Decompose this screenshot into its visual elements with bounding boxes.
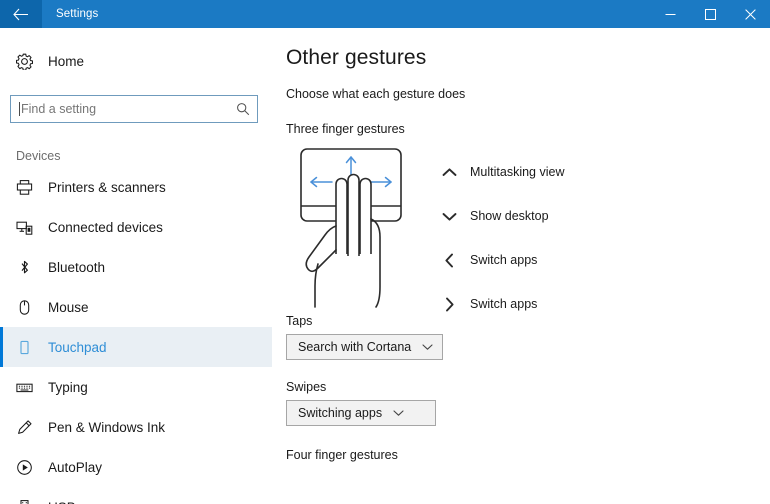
sidebar-item-bluetooth[interactable]: Bluetooth — [0, 247, 272, 287]
keyboard-icon — [16, 379, 42, 396]
gesture-item-label: Show desktop — [470, 209, 549, 223]
search-box[interactable] — [10, 95, 258, 123]
main-content: Other gestures Choose what each gesture … — [272, 28, 770, 504]
search-icon[interactable] — [236, 102, 250, 116]
sidebar-item-connected-devices[interactable]: Connected devices — [0, 207, 272, 247]
taps-dropdown[interactable]: Search with Cortana — [286, 334, 444, 360]
settings-window: Settings Home Find a setting Devices Pri… — [0, 0, 770, 504]
maximize-icon — [704, 8, 716, 20]
chevron-right-icon — [434, 297, 464, 312]
sidebar-item-autoplay[interactable]: AutoPlay — [0, 447, 272, 487]
sidebar-item-label: Pen & Windows Ink — [48, 419, 166, 435]
sidebar-item-label: Bluetooth — [48, 259, 106, 275]
sidebar-item-home-label: Home — [48, 53, 85, 69]
sidebar-item-label: Typing — [48, 379, 88, 395]
pen-icon — [16, 419, 42, 436]
gear-icon — [16, 53, 42, 70]
window-controls — [650, 0, 770, 28]
chevron-left-icon — [434, 253, 464, 268]
connected-devices-icon — [16, 219, 42, 236]
sidebar-item-touchpad[interactable]: Touchpad — [0, 327, 272, 367]
chevron-down-icon — [422, 343, 433, 351]
chevron-down-icon — [434, 211, 464, 222]
swipes-label: Swipes — [286, 380, 327, 394]
sidebar-item-typing[interactable]: Typing — [0, 367, 272, 407]
page-title: Other gestures — [286, 46, 427, 69]
chevron-up-icon — [434, 167, 464, 178]
titlebar-drag-region — [98, 0, 650, 28]
mouse-icon — [16, 299, 42, 316]
swipes-dropdown[interactable]: Switching apps — [286, 400, 436, 426]
title-bar: Settings — [0, 0, 770, 28]
gesture-item-label: Switch apps — [470, 253, 538, 267]
gesture-item-down[interactable]: Show desktop — [434, 194, 564, 238]
chevron-down-icon — [393, 409, 404, 417]
taps-dropdown-value: Search with Cortana — [298, 340, 412, 354]
page-subtitle: Choose what each gesture does — [286, 87, 466, 101]
four-finger-gestures-heading: Four finger gestures — [286, 448, 398, 462]
three-finger-gesture-list: Multitasking view Show desktop Switch ap… — [434, 150, 564, 326]
three-finger-gestures-heading: Three finger gestures — [286, 122, 405, 136]
autoplay-icon — [16, 459, 42, 476]
usb-icon — [16, 499, 42, 504]
back-button[interactable] — [0, 0, 42, 28]
back-arrow-icon — [13, 8, 28, 20]
sidebar-item-label: USB — [42, 500, 76, 504]
printer-icon — [16, 179, 42, 196]
gesture-item-up[interactable]: Multitasking view — [434, 150, 564, 194]
window-title: Settings — [56, 8, 99, 20]
sidebar-item-label: Connected devices — [48, 219, 163, 235]
gesture-item-right[interactable]: Switch apps — [434, 282, 564, 326]
search-input[interactable] — [21, 102, 236, 116]
sidebar-item-label: Mouse — [48, 299, 89, 315]
minimize-icon — [665, 13, 675, 15]
bluetooth-icon — [16, 259, 42, 276]
touchpad-icon — [16, 339, 42, 356]
three-finger-gestures-block: Multitasking view Show desktop Switch ap… — [286, 144, 770, 314]
sidebar-item-home[interactable]: Home — [0, 41, 272, 81]
minimize-button[interactable] — [650, 0, 690, 28]
three-finger-touchpad-illustration — [300, 148, 402, 308]
gesture-item-label: Multitasking view — [470, 165, 565, 179]
close-icon — [744, 8, 756, 20]
sidebar-group-header: Devices — [16, 149, 61, 163]
close-button[interactable] — [730, 0, 770, 28]
sidebar-item-usb[interactable]: USB — [0, 487, 272, 504]
search-caret — [19, 102, 20, 116]
sidebar-item-pen-and-windows-ink[interactable]: Pen & Windows Ink — [0, 407, 272, 447]
sidebar-item-label: Printers & scanners — [48, 179, 166, 195]
sidebar-item-printers-and-scanners[interactable]: Printers & scanners — [0, 167, 272, 207]
gesture-item-left[interactable]: Switch apps — [434, 238, 564, 282]
maximize-button[interactable] — [690, 0, 730, 28]
sidebar-item-label: AutoPlay — [48, 459, 103, 475]
gesture-item-label: Switch apps — [470, 297, 538, 311]
sidebar-item-mouse[interactable]: Mouse — [0, 287, 272, 327]
sidebar-item-label: Touchpad — [48, 339, 107, 355]
swipes-dropdown-value: Switching apps — [298, 406, 383, 420]
sidebar: Home Devices Printers & scann — [0, 28, 272, 504]
